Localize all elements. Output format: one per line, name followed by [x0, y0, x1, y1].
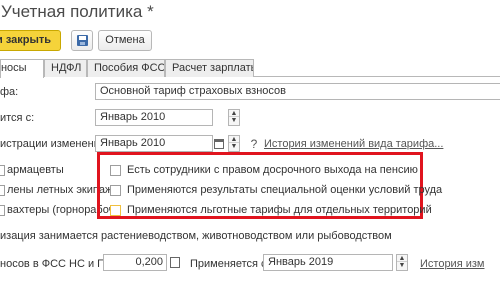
fss-applies-field[interactable]: Январь 2019 — [263, 254, 393, 271]
territory-tariffs-label: Применяются льготные тарифы для отдельны… — [127, 204, 432, 216]
calculator-icon — [170, 257, 180, 268]
agriculture-checkbox-label[interactable]: изация занимается растениеводством, живо… — [0, 230, 392, 242]
early-pension-checkbox[interactable] — [110, 165, 121, 176]
cancel-button[interactable]: Отмена — [98, 30, 152, 51]
save-button[interactable] — [71, 30, 93, 51]
fss-rate-label: носов в ФСС НС и ПЗ: — [0, 258, 115, 270]
tab-ndfl[interactable]: НДФЛ — [44, 59, 87, 77]
fss-applies-stepper[interactable]: ▲ ▼ — [396, 254, 408, 271]
save-and-close-button[interactable]: и закрыть — [0, 30, 61, 51]
tariff-field[interactable]: Основной тариф страховых взносов — [95, 83, 500, 100]
registration-label: истрации изменений: — [0, 138, 110, 150]
calendar-icon — [214, 138, 224, 149]
fss-applies-label: Применяется с: — [190, 258, 270, 270]
floppy-disk-icon — [76, 35, 88, 46]
pharmacists-label: армацевты — [7, 164, 64, 176]
fss-calculator-button[interactable] — [168, 254, 182, 271]
registration-field[interactable]: Январь 2010 — [95, 135, 213, 152]
flight-crews-checkbox[interactable] — [0, 185, 5, 196]
pharmacists-checkbox[interactable] — [0, 165, 5, 176]
fss-rate-field[interactable]: 0,200 — [103, 254, 167, 271]
applies-from-field[interactable]: Январь 2010 — [95, 109, 213, 126]
tab-insurance-contributions[interactable]: е взносы — [0, 59, 44, 78]
shift-workers-checkbox[interactable] — [0, 205, 5, 216]
registration-calendar-button[interactable] — [212, 135, 226, 152]
form-title: Учетная политика * — [1, 2, 154, 21]
tariff-label: фа: — [0, 86, 19, 98]
tab-bar: е взносы НДФЛ Пособия ФСС Расчет зарплат… — [0, 59, 500, 78]
applies-from-label: ится с: — [0, 112, 35, 124]
special-assessment-checkbox[interactable] — [110, 185, 121, 196]
fss-history-link[interactable]: История изм — [420, 258, 484, 270]
tab-payroll[interactable]: Расчет зарплаты — [165, 59, 254, 77]
help-question-icon[interactable]: ? — [247, 135, 261, 152]
territory-tariffs-checkbox[interactable] — [110, 205, 121, 216]
tariff-history-link[interactable]: История изменений вида тарифа... — [264, 138, 443, 150]
tab-fss-benefits[interactable]: Пособия ФСС — [87, 59, 165, 77]
registration-stepper[interactable]: ▲ ▼ — [228, 135, 240, 152]
applies-from-stepper[interactable]: ▲ ▼ — [228, 109, 240, 126]
early-pension-label: Есть сотрудники с правом досрочного выхо… — [127, 164, 418, 176]
special-assessment-label: Применяются результаты специальной оценк… — [127, 184, 443, 196]
